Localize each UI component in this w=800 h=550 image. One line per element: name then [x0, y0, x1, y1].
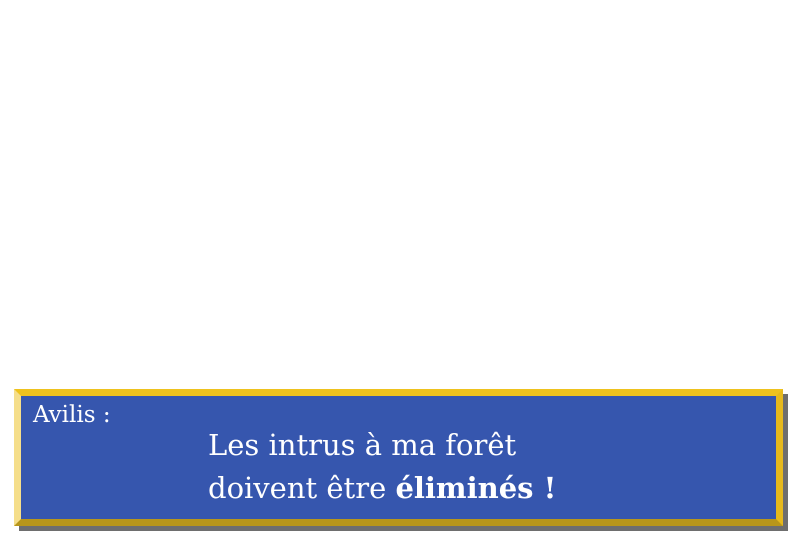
- dialog-message: Les intrus à ma forêt doivent être élimi…: [208, 424, 556, 510]
- dialog-emphasis: éliminés !: [395, 471, 557, 505]
- speaker-name: Avilis :: [33, 402, 111, 428]
- dialog-box[interactable]: Avilis : Les intrus à ma forêt doivent ê…: [14, 389, 783, 526]
- dialog-line-2: doivent être éliminés !: [208, 467, 556, 510]
- dialog-line-2-text: doivent être: [208, 471, 396, 505]
- dialog-line-1: Les intrus à ma forêt: [208, 428, 517, 462]
